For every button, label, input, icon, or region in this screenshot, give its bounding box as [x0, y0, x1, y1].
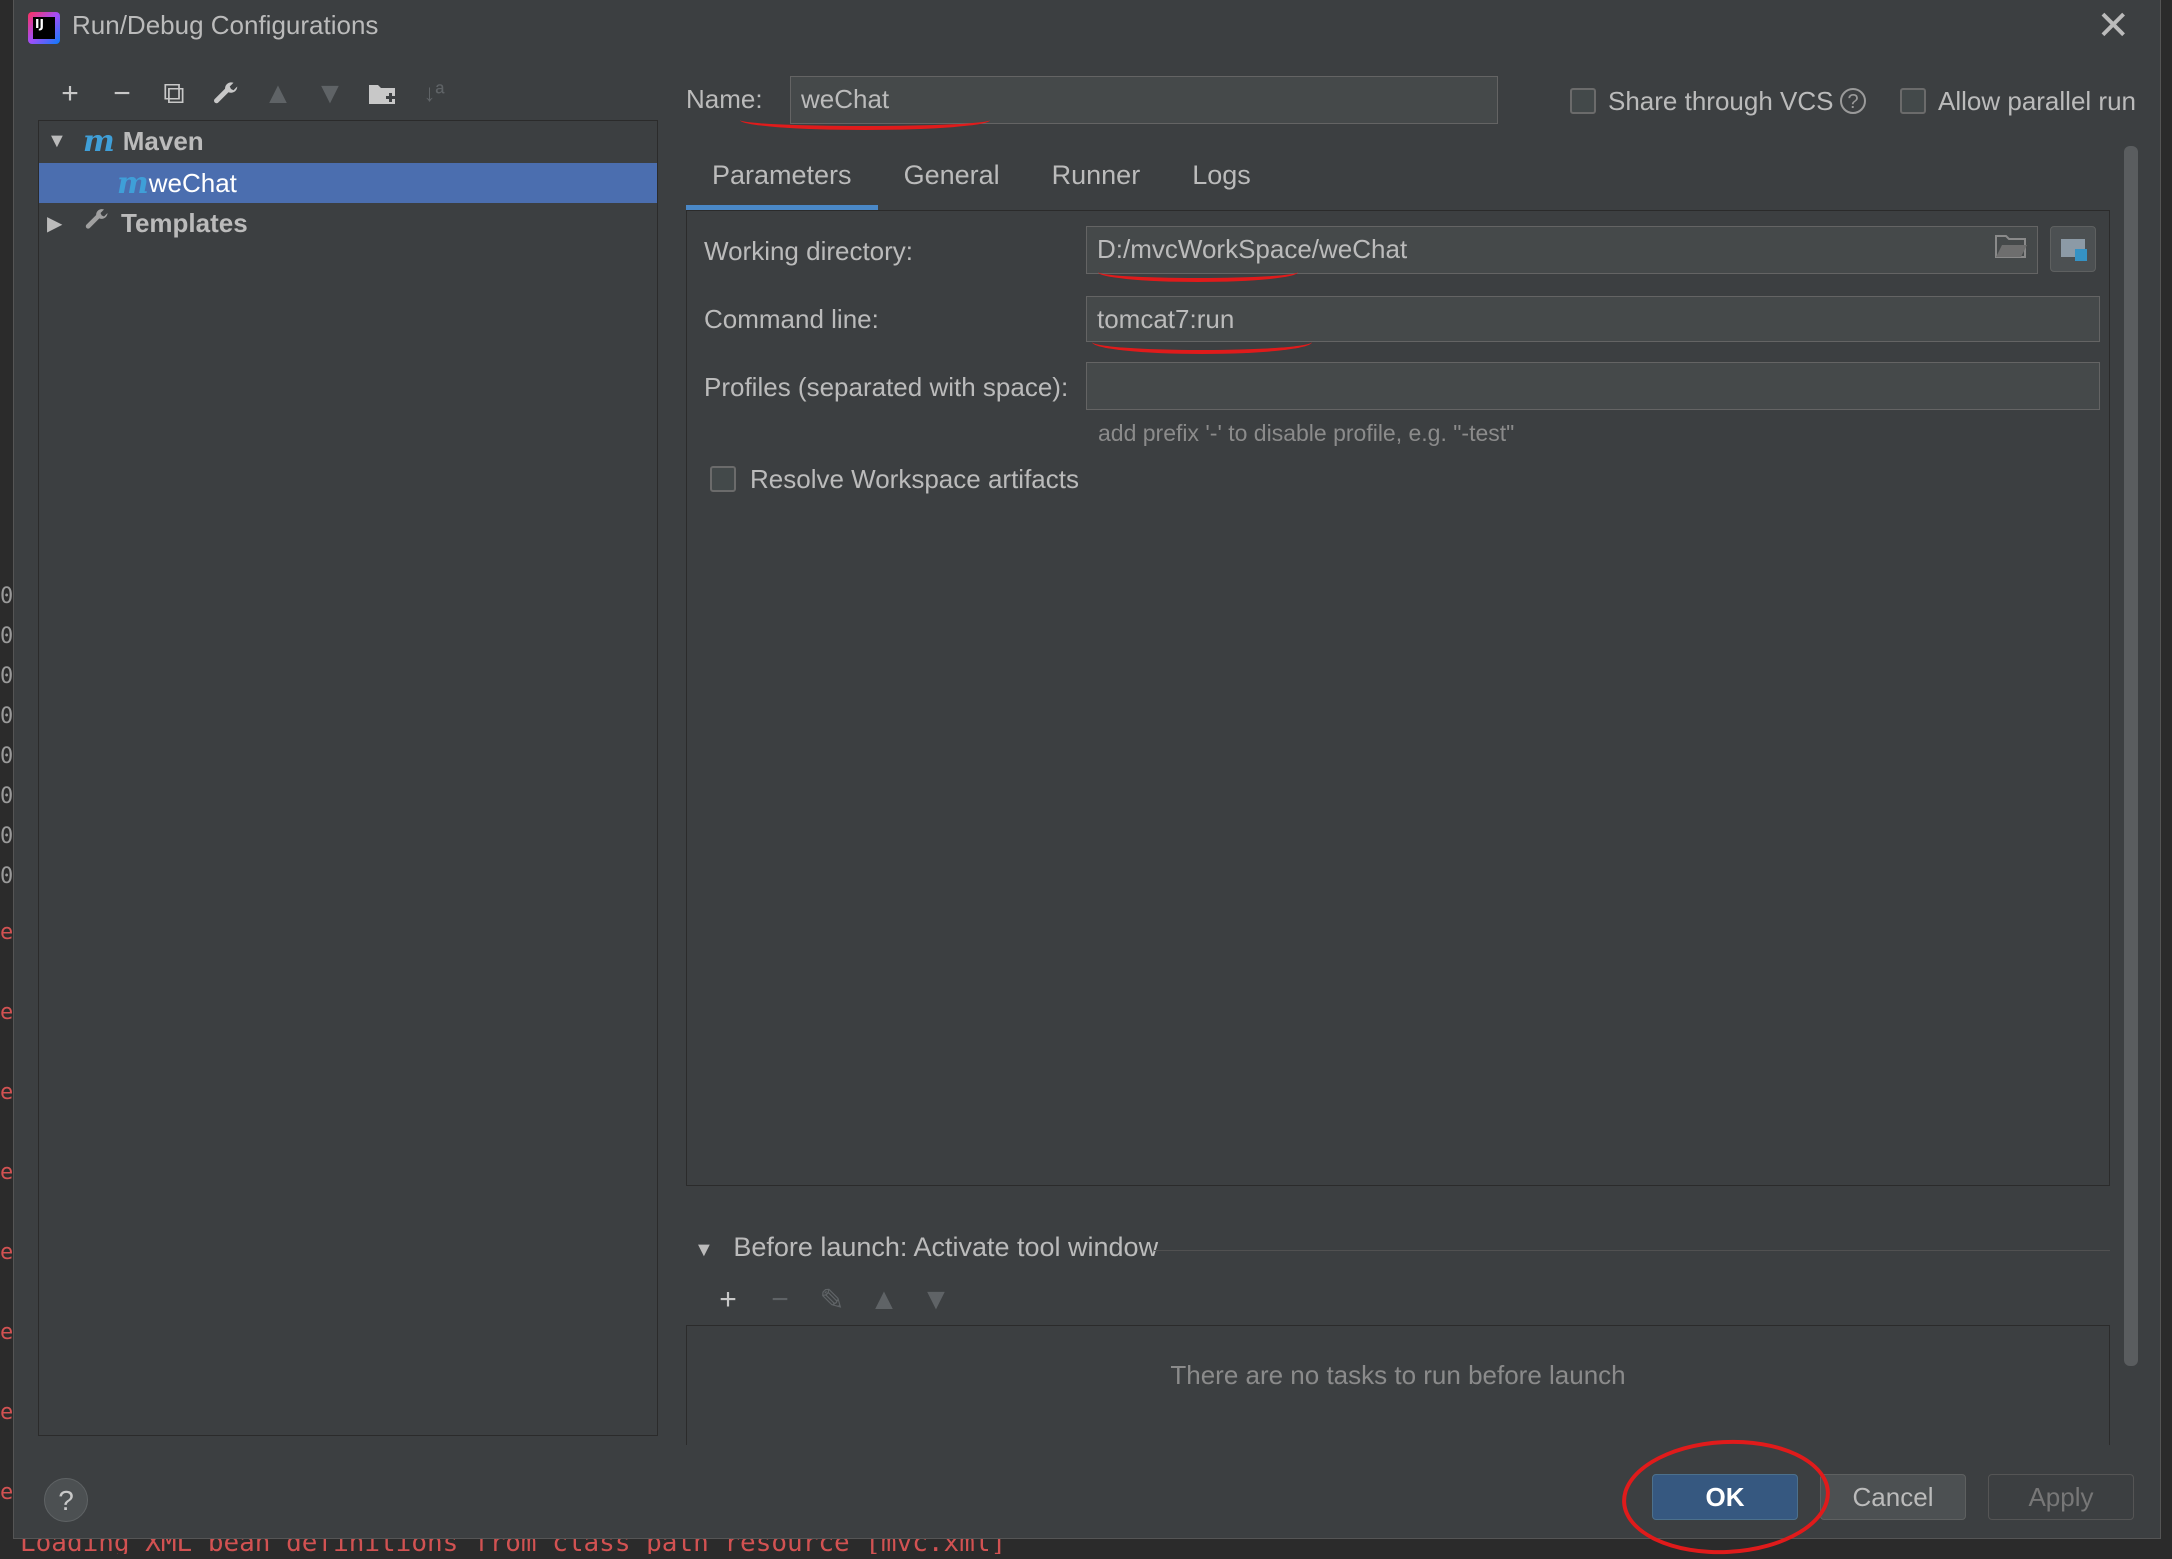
folder-icon[interactable] [356, 74, 408, 114]
resolve-workspace-checkbox[interactable] [710, 466, 736, 492]
annotation-underline-name [740, 110, 990, 130]
tab-parameters[interactable]: Parameters [686, 150, 878, 210]
move-task-down-icon[interactable]: ▼ [910, 1280, 962, 1320]
before-launch-toolbar: + − ✎ ▲ ▼ [702, 1280, 962, 1320]
resolve-workspace-label: Resolve Workspace artifacts [750, 464, 1079, 494]
before-launch-task-list: There are no tasks to run before launch [686, 1325, 2110, 1445]
working-directory-label: Working directory: [704, 236, 914, 266]
wrench-svg [214, 82, 238, 104]
profiles-input[interactable] [1086, 362, 2100, 410]
move-down-icon[interactable]: ▼ [304, 74, 356, 114]
tree-node-maven[interactable]: ▼ m Maven [39, 121, 657, 161]
move-up-icon[interactable]: ▲ [252, 74, 304, 114]
move-task-up-icon[interactable]: ▲ [858, 1280, 910, 1320]
vertical-scrollbar[interactable] [2124, 146, 2138, 1366]
dialog-title: Run/Debug Configurations [72, 10, 379, 40]
sort-icon[interactable]: ↓ª [408, 74, 460, 114]
help-button[interactable]: ? [44, 1478, 88, 1522]
background-editor-edge [2160, 0, 2172, 1554]
before-launch-header[interactable]: ▼ Before launch: Activate tool window [694, 1232, 1158, 1263]
macro-browse-button[interactable] [2050, 226, 2096, 272]
tab-logs[interactable]: Logs [1166, 150, 1277, 210]
config-toolbar: + − ⧉ ▲ ▼ ↓ª [44, 74, 460, 114]
collapse-arrow-icon[interactable]: ▶ [47, 211, 71, 236]
share-vcs-checkbox[interactable] [1570, 88, 1596, 114]
allow-parallel-checkbox[interactable] [1900, 88, 1926, 114]
wrench-icon[interactable] [200, 74, 252, 114]
console-text: Loading XML bean definitions from class … [20, 1538, 1007, 1554]
apply-button[interactable]: Apply [1988, 1474, 2134, 1520]
no-tasks-message: There are no tasks to run before launch [1170, 1360, 1626, 1390]
tree-label-templates: Templates [121, 207, 248, 238]
profiles-hint: add prefix '-' to disable profile, e.g. … [1098, 420, 1515, 446]
edit-task-icon[interactable]: ✎ [806, 1280, 858, 1320]
background-console-line: Loading XML bean definitions from class … [0, 1538, 2172, 1554]
profiles-label: Profiles (separated with space): [704, 372, 1069, 402]
help-icon[interactable]: ? [1840, 88, 1866, 114]
collapse-triangle-icon[interactable]: ▼ [694, 1239, 714, 1261]
before-launch-separator [1154, 1250, 2110, 1251]
tab-runner[interactable]: Runner [1026, 150, 1167, 210]
close-icon[interactable]: ✕ [2096, 6, 2130, 46]
share-vcs-label: Share through VCS [1608, 86, 1834, 116]
intellij-logo-icon [28, 12, 60, 44]
tree-node-templates[interactable]: ▶ Templates [39, 203, 657, 243]
tree-node-wechat[interactable]: m weChat [39, 163, 657, 203]
add-task-icon[interactable]: + [702, 1280, 754, 1320]
maven-icon: m [83, 123, 115, 159]
remove-icon[interactable]: − [96, 74, 148, 114]
open-folder-icon[interactable] [1994, 232, 2028, 268]
background-editor-gutter: 0 0 0 0 0 0 0 0 e e e e e e e e [0, 0, 14, 1554]
before-launch-title: Before launch: Activate tool window [733, 1232, 1159, 1262]
add-icon[interactable]: + [44, 74, 96, 114]
allow-parallel-label: Allow parallel run [1938, 86, 2136, 116]
tree-label-wechat: weChat [148, 167, 237, 198]
folder-svg [369, 85, 395, 104]
expand-arrow-icon[interactable]: ▼ [47, 130, 71, 153]
copy-icon[interactable]: ⧉ [148, 74, 200, 114]
maven-config-icon: m [117, 165, 149, 201]
configuration-tree: ▼ m Maven m weChat ▶ Templates [38, 120, 658, 1436]
parameters-panel [686, 210, 2110, 1186]
annotation-underline-command [1092, 330, 1312, 354]
tab-bar: Parameters General Runner Logs [686, 150, 1277, 210]
templates-wrench-icon [83, 206, 111, 241]
title-bar: Run/Debug Configurations ✕ [14, 0, 2160, 56]
remove-task-icon[interactable]: − [754, 1280, 806, 1320]
command-line-label: Command line: [704, 304, 879, 334]
name-label: Name: [686, 84, 763, 114]
run-debug-dialog: Run/Debug Configurations ✕ + − ⧉ ▲ ▼ ↓ª … [14, 0, 2160, 1559]
annotation-underline-workdir [1098, 262, 1298, 282]
tab-general[interactable]: General [878, 150, 1026, 210]
cancel-button[interactable]: Cancel [1820, 1474, 1966, 1520]
tree-label-maven: Maven [122, 125, 204, 156]
